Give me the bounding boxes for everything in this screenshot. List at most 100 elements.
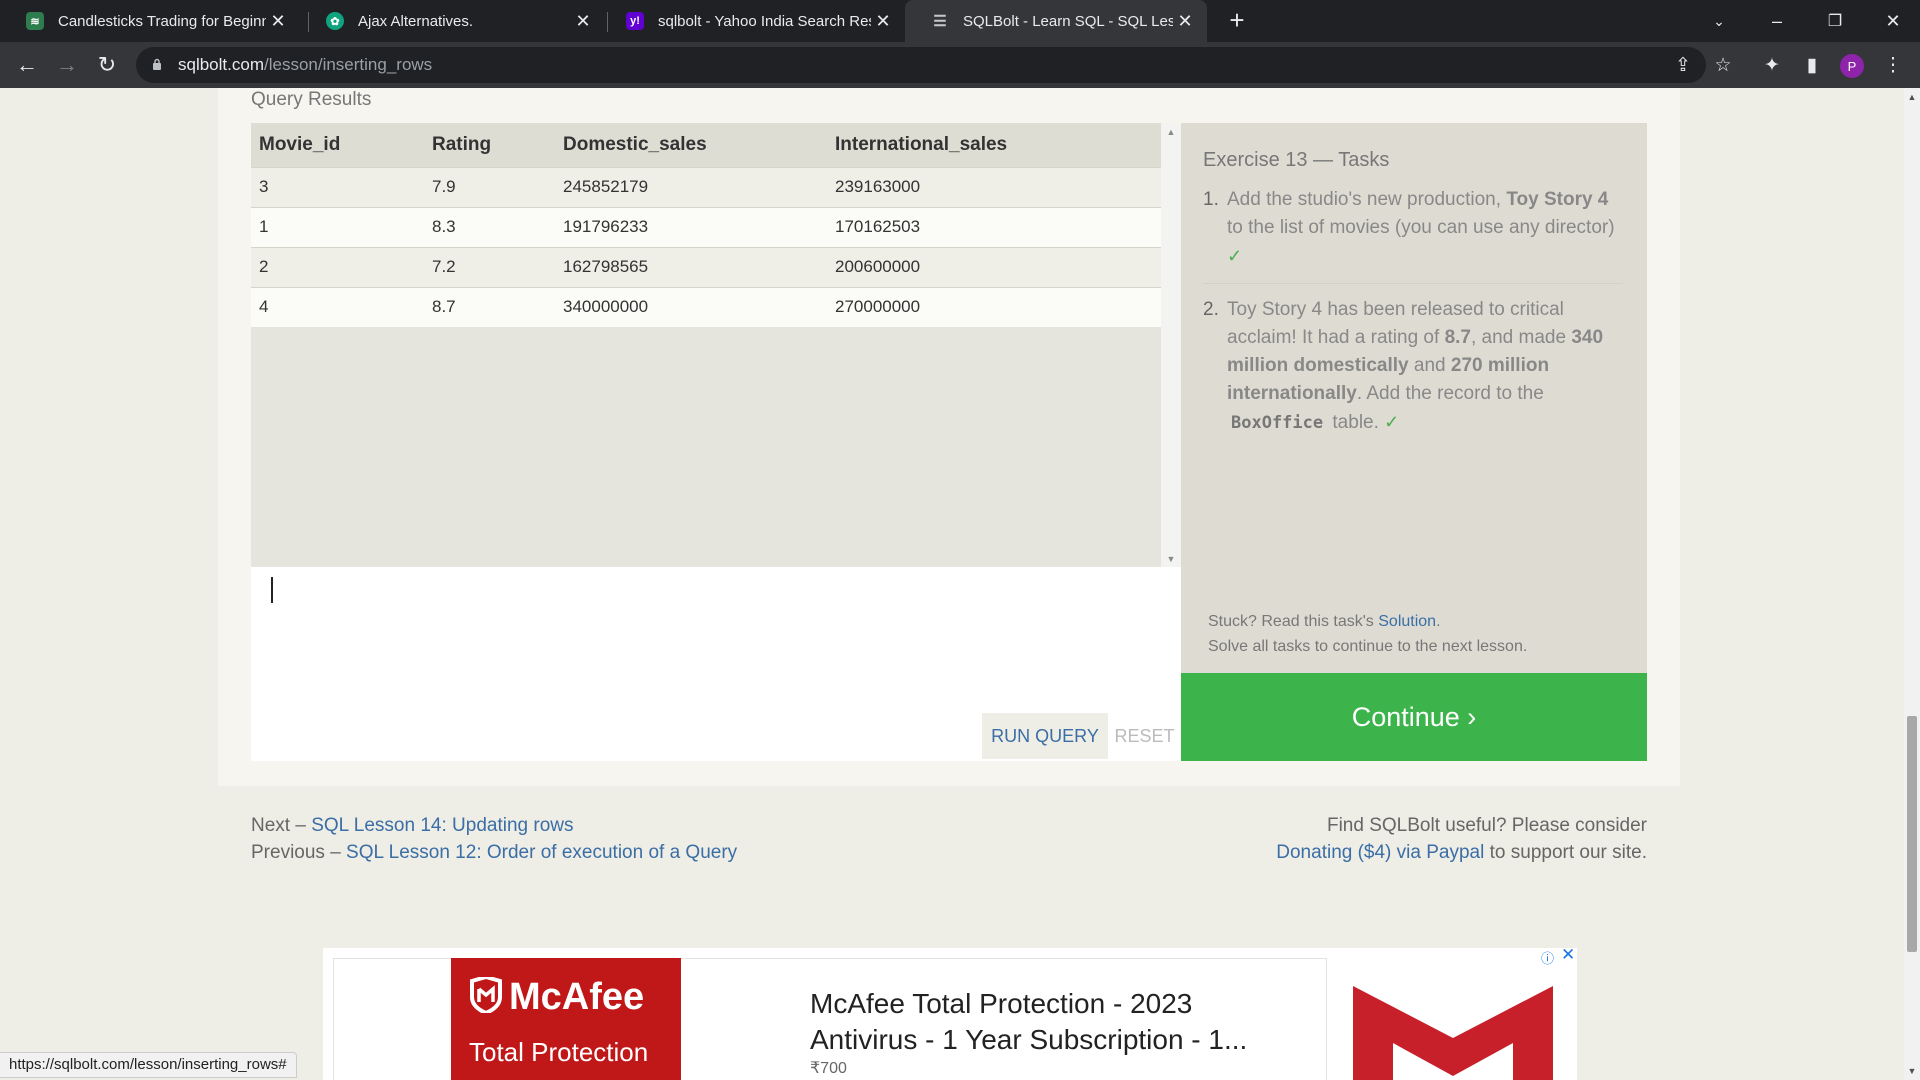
donate-link[interactable]: Donating ($4) via Paypal	[1276, 842, 1484, 863]
table-row: 3 7.9 245852179 239163000	[251, 166, 1161, 207]
bookmark-star-icon[interactable]: ☆	[1708, 50, 1738, 80]
tab-sqlbolt-active[interactable]: ☰ SQLBolt - Learn SQL - SQL Lesson 13 ✕	[905, 0, 1207, 42]
tab-title: Ajax Alternatives.	[358, 12, 474, 30]
exercise-tasks-panel: Exercise 13 — Tasks 1. Add the studio's …	[1181, 123, 1647, 673]
cell: 3	[251, 166, 424, 207]
task-item: 2. Toy Story 4 has been released to crit…	[1203, 283, 1623, 437]
cell: 8.3	[424, 206, 555, 247]
minimize-icon[interactable]: –	[1748, 0, 1806, 42]
scroll-up-icon[interactable]: ▲	[1161, 127, 1181, 137]
sql-editor[interactable]: RUN QUERY RESET	[251, 567, 1181, 761]
cell: 191796233	[555, 206, 827, 247]
mcafee-logo: McAfee	[469, 976, 644, 1019]
help-suffix: .	[1436, 613, 1441, 630]
checkmark-icon: ✓	[1384, 412, 1400, 432]
cell: 1	[251, 206, 424, 247]
task-text: and	[1408, 355, 1451, 376]
column-header: Rating	[424, 123, 555, 167]
extensions-puzzle-icon[interactable]: ✦	[1757, 50, 1787, 80]
text-cursor	[271, 577, 273, 603]
task-text: table.	[1327, 412, 1385, 433]
close-icon[interactable]: ✕	[266, 11, 290, 32]
cell: 245852179	[555, 166, 827, 207]
close-icon[interactable]: ✕	[871, 11, 895, 32]
cell: 270000000	[827, 286, 1161, 327]
mcafee-shield-icon	[470, 977, 502, 1013]
results-scrollbar[interactable]: ▲ ▼	[1161, 123, 1181, 568]
cell: 7.9	[424, 166, 555, 207]
openai-icon: ✿	[326, 12, 344, 30]
cell: 4	[251, 286, 424, 327]
mcafee-m-logo-icon[interactable]	[1353, 958, 1553, 1080]
ad-title[interactable]: McAfee Total Protection - 2023 Antivirus…	[810, 986, 1280, 1058]
scrollbar-thumb[interactable]	[1907, 716, 1917, 952]
ad-brand: McAfee	[509, 976, 645, 1018]
share-icon[interactable]: ⇪	[1668, 50, 1698, 80]
profile-avatar[interactable]: P	[1840, 54, 1864, 78]
browser-toolbar: ← → ↻ sqlbolt.com/lesson/inserting_rows …	[0, 42, 1920, 88]
close-icon[interactable]: ✕	[571, 11, 595, 32]
window-close-icon[interactable]: ✕	[1864, 0, 1920, 42]
run-query-button[interactable]: RUN QUERY	[982, 713, 1108, 759]
advertisement-banner[interactable]: McAfee Total Protection McAfee Total Pro…	[323, 945, 1577, 1080]
previous-lesson-row: Previous – SQL Lesson 12: Order of execu…	[251, 839, 737, 866]
tab-ajax-alternatives[interactable]: ✿ Ajax Alternatives. ✕	[300, 0, 605, 42]
forward-icon[interactable]: →	[52, 50, 82, 80]
cell: 7.2	[424, 246, 555, 287]
reload-icon[interactable]: ↻	[92, 50, 122, 80]
table-header-row: Movie_id Rating Domestic_sales Internati…	[251, 123, 1161, 167]
url-text: sqlbolt.com/lesson/inserting_rows	[178, 55, 432, 75]
support-suffix: to support our site.	[1484, 842, 1647, 863]
cell: 8.7	[424, 286, 555, 327]
next-lesson-link[interactable]: SQL Lesson 14: Updating rows	[311, 815, 573, 836]
ad-box-text: Total Protection	[469, 1037, 649, 1067]
tab-candlesticks[interactable]: ≋ Candlesticks Trading for Beginners ✕	[0, 0, 300, 42]
cell: 239163000	[827, 166, 1161, 207]
query-results-table: Movie_id Rating Domestic_sales Internati…	[251, 123, 1181, 568]
address-bar[interactable]: sqlbolt.com/lesson/inserting_rows ⇪	[136, 47, 1706, 83]
tab-yahoo-search[interactable]: y! sqlbolt - Yahoo India Search Results …	[600, 0, 905, 42]
checkmark-icon: ✓	[1227, 246, 1243, 266]
ad-product-image[interactable]: McAfee Total Protection	[451, 958, 681, 1080]
task-text-bold: Toy Story 4	[1506, 189, 1609, 210]
back-icon[interactable]: ←	[12, 50, 42, 80]
column-header: Movie_id	[251, 123, 424, 167]
cell: 200600000	[827, 246, 1161, 287]
scroll-up-icon[interactable]: ▲	[1904, 92, 1920, 102]
scroll-down-icon[interactable]: ▼	[1904, 1066, 1920, 1076]
scroll-down-icon[interactable]: ▼	[1161, 554, 1181, 564]
next-lesson-row: Next – SQL Lesson 14: Updating rows	[251, 812, 737, 839]
more-menu-icon[interactable]: ⋮	[1878, 50, 1908, 80]
ad-close-icon[interactable]: ✕	[1561, 945, 1575, 965]
cell: 2	[251, 246, 424, 287]
restore-icon[interactable]: ❐	[1806, 0, 1864, 42]
tab-title: sqlbolt - Yahoo India Search Results	[658, 12, 871, 30]
support-text: Find SQLBolt useful? Please consider	[1326, 815, 1647, 836]
results-table: Movie_id Rating Domestic_sales Internati…	[251, 123, 1161, 327]
table-name-code: BoxOffice	[1231, 413, 1324, 433]
solution-link[interactable]: Solution	[1378, 613, 1436, 630]
new-tab-button[interactable]: +	[1222, 6, 1252, 36]
query-results-title: Query Results	[251, 89, 372, 110]
side-panel-icon[interactable]: ▮	[1797, 50, 1827, 80]
table-row: 2 7.2 162798565 200600000	[251, 246, 1161, 287]
adchoices-icon[interactable]: ⓘ	[1541, 948, 1554, 967]
shield-wifi-icon: ≋	[26, 12, 44, 30]
page-viewport: Query Results Movie_id Rating Domestic_s…	[0, 88, 1904, 1080]
close-icon[interactable]: ✕	[1173, 11, 1197, 32]
task-text: Add the studio's new production,	[1227, 189, 1507, 210]
status-bar-url: https://sqlbolt.com/lesson/inserting_row…	[0, 1052, 297, 1078]
task-text: to the list of movies (you can use any d…	[1227, 217, 1615, 238]
column-header: International_sales	[827, 123, 1161, 167]
table-row: 4 8.7 340000000 270000000	[251, 286, 1161, 327]
tasks-heading: Exercise 13 — Tasks	[1203, 149, 1390, 171]
previous-lesson-link[interactable]: SQL Lesson 12: Order of execution of a Q…	[346, 842, 737, 863]
page-scrollbar[interactable]: ▲ ▼	[1904, 88, 1920, 1080]
tab-title: Candlesticks Trading for Beginners	[58, 12, 266, 30]
task-text: . Add the record to the	[1356, 383, 1544, 404]
continue-button[interactable]: Continue ›	[1181, 673, 1647, 761]
tab-search-icon[interactable]: ⌄	[1690, 0, 1748, 42]
reset-button[interactable]: RESET	[1108, 713, 1181, 759]
donation-note: Find SQLBolt useful? Please consider Don…	[1276, 812, 1647, 866]
url-host: sqlbolt.com	[178, 55, 264, 74]
